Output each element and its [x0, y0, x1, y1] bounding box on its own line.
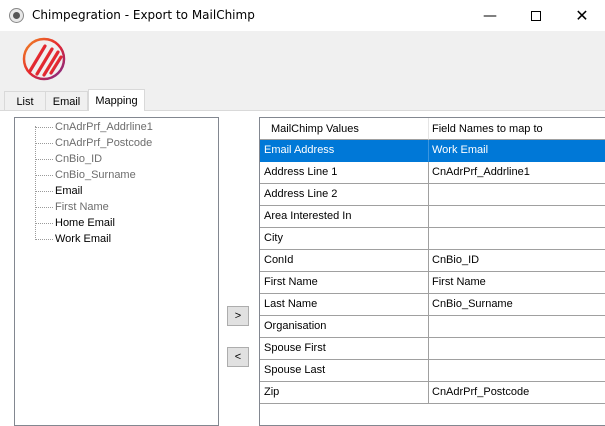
- tree-connector: [35, 207, 53, 208]
- chimpegration-logo: [22, 37, 66, 81]
- tree-connector: [35, 127, 53, 128]
- app-icon[interactable]: [9, 8, 24, 23]
- field-name-cell[interactable]: [429, 184, 605, 206]
- minimize-icon: —: [483, 7, 497, 24]
- tree-item[interactable]: CnAdrPrf_Postcode: [55, 135, 152, 151]
- grid-header: MailChimp Values Field Names to map to: [260, 118, 605, 140]
- tab-mapping-label: Mapping: [95, 94, 138, 107]
- column-header-field[interactable]: Field Names to map to: [429, 118, 605, 140]
- mailchimp-value-cell[interactable]: Address Line 2: [260, 184, 429, 206]
- field-name-cell[interactable]: [429, 316, 605, 338]
- field-name-cell[interactable]: [429, 206, 605, 228]
- field-tree[interactable]: CnAdrPrf_Addrline1 CnAdrPrf_Postcode CnBio…: [14, 117, 219, 426]
- tree-connector: [35, 223, 53, 224]
- mailchimp-value-cell[interactable]: Organisation: [260, 316, 429, 338]
- mailchimp-value-cell[interactable]: City: [260, 228, 429, 250]
- field-name-cell[interactable]: CnBio_Surname: [429, 294, 605, 316]
- column-header-mailchimp[interactable]: MailChimp Values: [260, 118, 429, 140]
- tree-item[interactable]: First Name: [55, 199, 109, 215]
- grid-row[interactable]: Last Name CnBio_Surname: [260, 294, 605, 316]
- field-name-cell[interactable]: [429, 228, 605, 250]
- field-name-cell[interactable]: CnAdrPrf_Addrline1: [429, 162, 605, 184]
- tree-connector: [35, 159, 53, 160]
- mailchimp-value-cell[interactable]: Spouse Last: [260, 360, 429, 382]
- grid-row[interactable]: First Name First Name: [260, 272, 605, 294]
- mailchimp-value-cell[interactable]: Area Interested In: [260, 206, 429, 228]
- tree-item[interactable]: Email: [55, 183, 83, 199]
- mailchimp-value-cell[interactable]: ConId: [260, 250, 429, 272]
- add-mapping-button[interactable]: >: [227, 306, 249, 326]
- remove-mapping-label: <: [234, 351, 242, 363]
- tree-item[interactable]: Work Email: [55, 231, 111, 247]
- field-name-cell[interactable]: Work Email: [429, 140, 605, 162]
- field-name-cell[interactable]: CnAdrPrf_Postcode: [429, 382, 605, 404]
- field-name-cell[interactable]: First Name: [429, 272, 605, 294]
- maximize-button[interactable]: [513, 0, 559, 31]
- mailchimp-value-cell[interactable]: Last Name: [260, 294, 429, 316]
- mailchimp-value-cell[interactable]: Spouse First: [260, 338, 429, 360]
- minimize-button[interactable]: —: [467, 0, 513, 31]
- tab-mapping[interactable]: Mapping: [88, 89, 145, 111]
- tab-email[interactable]: Email: [45, 91, 88, 111]
- close-icon: ✕: [575, 6, 589, 25]
- tree-item[interactable]: CnBio_ID: [55, 151, 102, 167]
- field-name-cell[interactable]: CnBio_ID: [429, 250, 605, 272]
- add-mapping-label: >: [234, 310, 242, 322]
- window-title: Chimpegration - Export to MailChimp: [32, 8, 255, 22]
- remove-mapping-button[interactable]: <: [227, 347, 249, 367]
- title-bar: Chimpegration - Export to MailChimp — ✕: [0, 0, 605, 31]
- tree-item[interactable]: CnAdrPrf_Addrline1: [55, 119, 153, 135]
- grid-row[interactable]: Area Interested In: [260, 206, 605, 228]
- mailchimp-value-cell[interactable]: Email Address: [260, 140, 429, 162]
- grid-row[interactable]: Organisation: [260, 316, 605, 338]
- grid-row[interactable]: Address Line 1 CnAdrPrf_Addrline1: [260, 162, 605, 184]
- tree-item[interactable]: Home Email: [55, 215, 115, 231]
- tree-connector: [35, 175, 53, 176]
- mailchimp-value-cell[interactable]: Zip: [260, 382, 429, 404]
- tab-list[interactable]: List: [4, 91, 46, 111]
- mailchimp-value-cell[interactable]: Address Line 1: [260, 162, 429, 184]
- field-name-cell[interactable]: [429, 360, 605, 382]
- tree-connector: [35, 239, 53, 240]
- grid-row[interactable]: Spouse First: [260, 338, 605, 360]
- field-name-cell[interactable]: [429, 338, 605, 360]
- grid-row[interactable]: City: [260, 228, 605, 250]
- grid-row[interactable]: Address Line 2: [260, 184, 605, 206]
- grid-row[interactable]: Zip CnAdrPrf_Postcode: [260, 382, 605, 404]
- grid-row[interactable]: Email Address Work Email: [260, 140, 605, 162]
- tab-strip: List Email Mapping: [0, 89, 605, 111]
- maximize-icon: [531, 10, 541, 21]
- tree-connector: [35, 191, 53, 192]
- grid-row[interactable]: Spouse Last: [260, 360, 605, 382]
- tab-email-label: Email: [52, 95, 81, 108]
- mailchimp-value-cell[interactable]: First Name: [260, 272, 429, 294]
- tab-list-label: List: [16, 95, 34, 108]
- tree-connector: [35, 143, 53, 144]
- mapping-grid[interactable]: MailChimp Values Field Names to map to E…: [259, 117, 605, 426]
- close-button[interactable]: ✕: [559, 0, 605, 31]
- grid-row[interactable]: ConId CnBio_ID: [260, 250, 605, 272]
- tree-item[interactable]: CnBio_Surname: [55, 167, 136, 183]
